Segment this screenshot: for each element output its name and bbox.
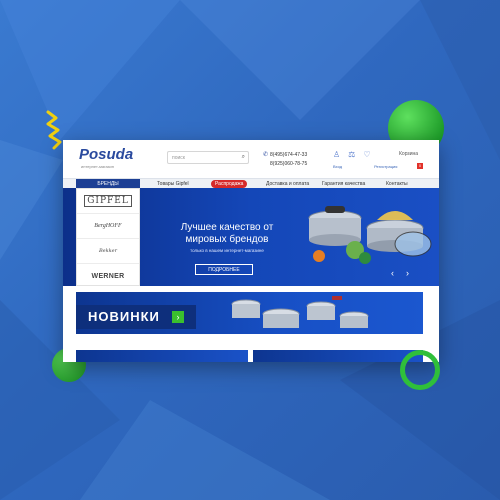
favorite-icon[interactable]: ♡ [363,150,370,159]
brand-item-werner[interactable]: WERNER [77,264,139,288]
header-icons: ♙ ⚖ ♡ [333,150,371,159]
site-logo[interactable]: Posuda [79,146,133,163]
brand-item-berghoff[interactable]: BergHOFF [77,214,139,239]
phone-numbers: ✆ 8(495)674-47-33 8(925)060-78-75 [263,151,307,169]
slider-arrows: ‹ › [391,268,409,278]
brand-logo-berghoff: BergHOFF [94,223,122,229]
brand-logo-bekker: Bekker [98,248,118,254]
cookware-image [308,206,432,264]
website-mockup: Posuda интернет-магазин поиск ⌕ ✆ 8(495)… [63,140,439,362]
hero-more-button[interactable]: ПОДРОБНЕЕ [195,264,253,275]
cart-label: Корзина [399,151,419,157]
brand-item-gipfel[interactable]: GIPFEL [77,189,139,214]
brands-list: GIPFEL BergHOFF Bekker WERNER [76,188,140,286]
category-card-2[interactable] [253,350,423,362]
compare-icon[interactable]: ⚖ [348,150,355,159]
search-icon[interactable]: ⌕ [242,154,245,161]
login-link[interactable]: Вход [333,164,342,169]
hero-subtitle: только в нашем интернет-магазине [190,248,264,253]
news-title: НОВИНКИ [88,309,160,324]
phone-1[interactable]: 8(495)674-47-33 [270,151,307,160]
phone-icon: ✆ [263,152,269,158]
user-icon[interactable]: ♙ [333,150,340,159]
news-label-box: НОВИНКИ › [76,305,196,329]
cart-count-badge: 0 [417,163,423,169]
category-card-1[interactable] [76,350,248,362]
hero-title: Лучшее качество от мировых брендов [180,222,274,245]
register-link[interactable]: Регистрация [374,164,397,169]
site-logo-subtitle: интернет-магазин [81,164,114,169]
brand-item-bekker[interactable]: Bekker [77,239,139,264]
search-input[interactable]: поиск ⌕ [167,151,249,164]
arrow-right-icon: › [172,311,184,323]
brand-logo-gipfel: GIPFEL [84,195,132,207]
green-ring-decoration [400,350,440,390]
chevron-right-icon[interactable]: › [406,268,409,278]
brand-logo-werner: WERNER [91,272,125,280]
chevron-left-icon[interactable]: ‹ [391,268,394,278]
site-header: Posuda интернет-магазин поиск ⌕ ✆ 8(495)… [63,140,439,178]
search-placeholder: поиск [172,155,185,161]
phone-2[interactable]: 8(925)060-78-75 [270,160,307,169]
news-banner[interactable]: НОВИНКИ › [76,292,423,334]
nav-item-sale[interactable]: Распродажа [211,180,248,188]
auth-links: Вход Регистрация [333,164,397,169]
cart-button[interactable]: Корзина [399,151,418,157]
pots-set-image [231,296,369,328]
